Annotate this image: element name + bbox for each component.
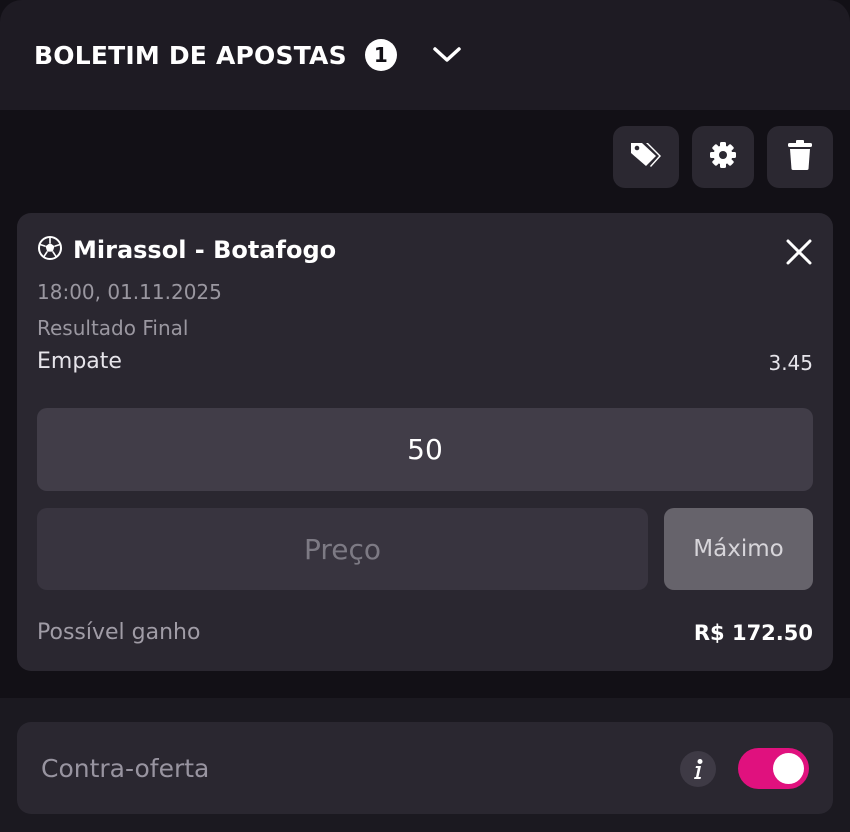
max-button[interactable]: Máximo (664, 508, 813, 590)
match-title: Mirassol - Botafogo (73, 236, 337, 264)
betslip-toolbar (613, 126, 833, 188)
odds-value: 3.45 (768, 351, 813, 375)
counter-offer-toggle[interactable] (738, 748, 809, 789)
clear-all-button[interactable] (767, 126, 833, 188)
bet-card: Mirassol - Botafogo 18:00, 01.11.2025 Re… (17, 213, 833, 671)
market-name: Resultado Final (37, 316, 189, 340)
bet-count-badge: 1 (364, 39, 397, 71)
betslip-title: BOLETIM DE APOSTAS (34, 40, 347, 70)
selection-name: Empate (37, 349, 122, 374)
toggle-knob (773, 753, 804, 784)
close-icon[interactable] (785, 238, 813, 266)
possible-gain-label: Possível ganho (37, 620, 201, 645)
trash-icon (786, 139, 814, 175)
counter-offer-label: Contra-oferta (41, 754, 210, 783)
tags-button[interactable] (613, 126, 679, 188)
settings-button[interactable] (692, 126, 754, 188)
price-input[interactable]: Preço (37, 508, 648, 590)
tags-icon (629, 140, 663, 174)
gear-icon (708, 140, 738, 174)
info-icon[interactable] (680, 751, 716, 787)
chevron-down-icon[interactable] (431, 39, 463, 71)
event-datetime: 18:00, 01.11.2025 (37, 280, 222, 304)
stake-input[interactable]: 50 (37, 408, 813, 491)
counter-offer-card: Contra-oferta (17, 722, 833, 814)
match-row: Mirassol - Botafogo (37, 235, 336, 265)
soccer-ball-icon (37, 235, 63, 265)
betslip-header: BOLETIM DE APOSTAS 1 (0, 0, 850, 110)
possible-gain-value: R$ 172.50 (693, 621, 813, 645)
